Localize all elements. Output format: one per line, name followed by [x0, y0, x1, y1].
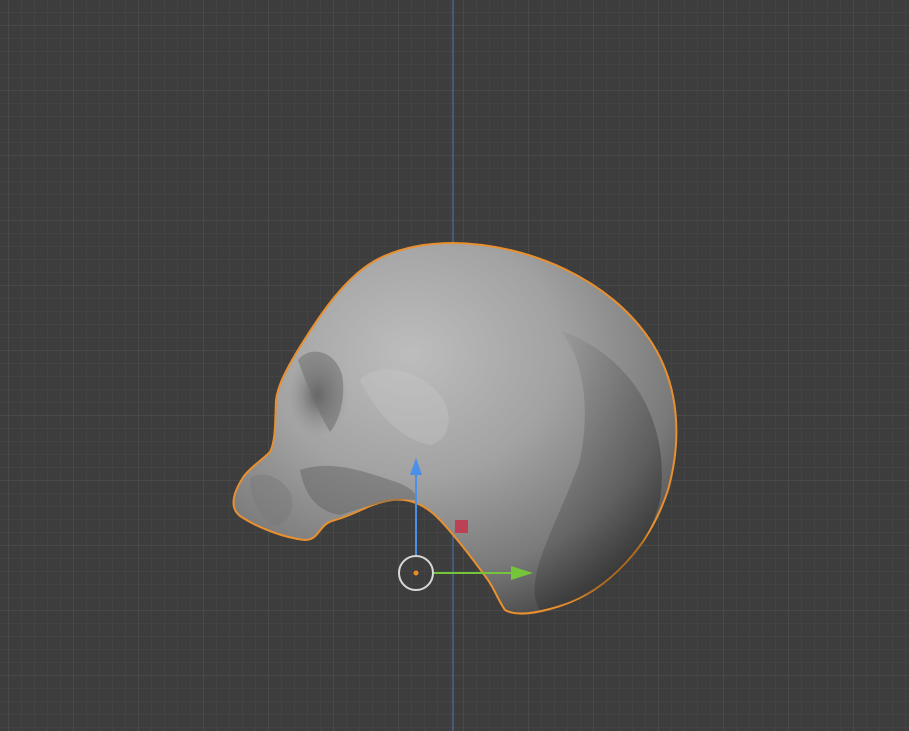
3d-viewport[interactable]	[0, 0, 909, 731]
skull-mesh[interactable]	[232, 241, 678, 615]
gizmo-x-handle[interactable]	[455, 520, 468, 533]
object-origin-icon	[413, 570, 419, 576]
viewport-scene	[232, 0, 678, 731]
